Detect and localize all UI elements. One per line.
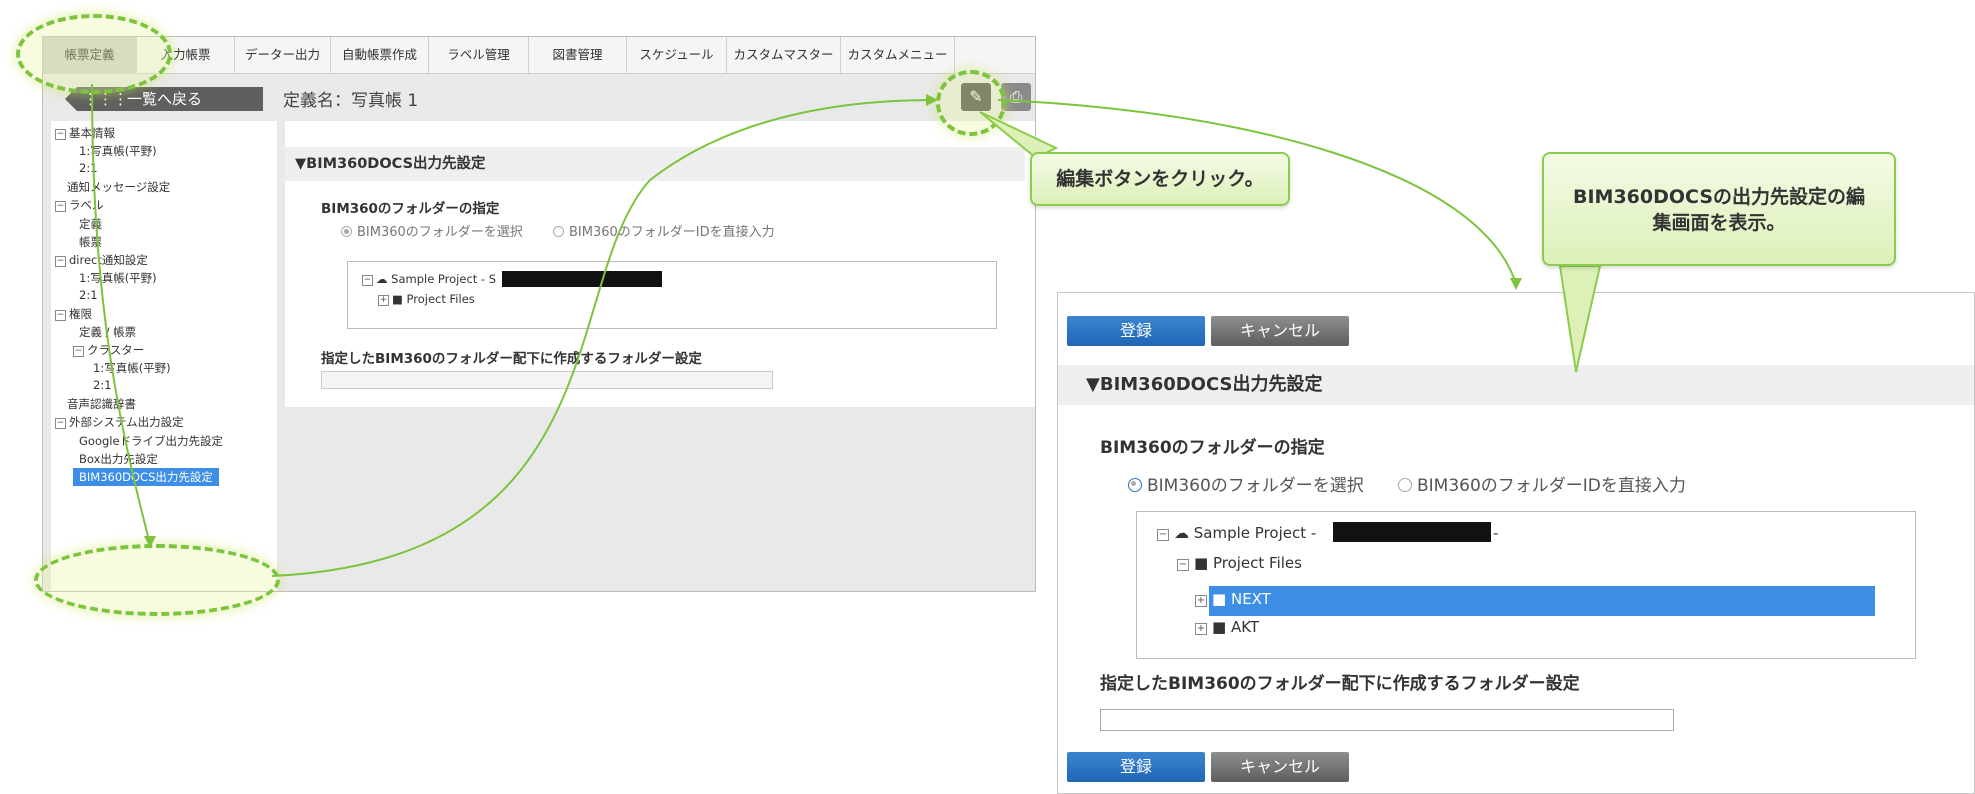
register-button[interactable]: 登録 [1067, 316, 1205, 346]
folder-tree: − ☁ Sample Project - - − ■ Project Files +… [1136, 511, 1916, 659]
radio-icon [1128, 478, 1142, 492]
tree-item-box[interactable]: Box出力先設定 [79, 451, 158, 467]
collapse-icon[interactable]: − [55, 256, 66, 267]
collapse-icon[interactable]: − [55, 418, 66, 429]
tree-item[interactable]: 2:1 [79, 161, 98, 175]
radio-folder-id[interactable]: BIM360のフォルダーIDを直接入力 [553, 221, 775, 240]
tree-node-project[interactable]: − ☁ Sample Project - [1157, 524, 1316, 542]
folder-label: BIM360のフォルダーの指定 [321, 201, 500, 217]
folder-icon: ■ [392, 292, 403, 306]
callout-edit-click: 編集ボタンをクリック。 [1030, 152, 1290, 206]
radio-icon [553, 226, 564, 237]
callout-edit-screen: BIM360DOCSの出力先設定の編集画面を表示。 [1542, 152, 1896, 266]
top-nav: 帳票定義 入力帳票 データー出力 自動帳票作成 ラベル管理 図書管理 スケジュー… [43, 37, 1035, 74]
collapse-icon[interactable]: − [1177, 559, 1189, 571]
highlight-ring-tab [16, 14, 172, 94]
tree-item-bim360[interactable]: BIM360DOCS出力先設定 [73, 468, 219, 486]
tree-item[interactable]: 定義 [79, 216, 102, 232]
folder-tree: − ☁ Sample Project - S + ■ Project Files [347, 261, 997, 329]
folder-icon: ■ [1212, 618, 1227, 636]
selected-row-highlight [1209, 586, 1875, 616]
tree-item[interactable]: 2:1 [93, 378, 112, 392]
tree-item-gdrive[interactable]: Googleドライブ出力先設定 [79, 433, 223, 449]
subfolder-label: 指定したBIM360のフォルダー配下に作成するフォルダー設定 [321, 351, 702, 367]
edit-panel: 登録 キャンセル ▼BIM360DOCS出力先設定 BIM360のフォルダーの指… [1057, 292, 1975, 794]
app-window: 帳票定義 入力帳票 データー出力 自動帳票作成 ラベル管理 図書管理 スケジュー… [42, 36, 1036, 592]
tree-item[interactable]: 帳票 [79, 234, 102, 250]
tab-custom-menu[interactable]: カスタムメニュー [841, 37, 955, 73]
section-title: ▼BIM360DOCS出力先設定 [1058, 365, 1974, 405]
content-area: ▼BIM360DOCS出力先設定 BIM360のフォルダーの指定 BIM360の… [285, 121, 1035, 407]
cloud-icon: ☁ [1174, 524, 1189, 542]
radio-folder-id[interactable]: BIM360のフォルダーIDを直接入力 [1398, 471, 1686, 496]
tree-item-permission[interactable]: − 権限 [55, 306, 92, 322]
radio-icon [341, 226, 352, 237]
tree-item-basic-info[interactable]: − 基本情報 [55, 125, 115, 141]
tab-label-management[interactable]: ラベル管理 [429, 37, 529, 73]
expand-icon[interactable]: + [1195, 623, 1207, 635]
tab-data-output[interactable]: データー出力 [235, 37, 331, 73]
collapse-icon[interactable]: − [55, 310, 66, 321]
collapse-icon[interactable]: − [73, 346, 84, 357]
radio-folder-select[interactable]: BIM360のフォルダーを選択 [341, 221, 523, 240]
folder-label: BIM360のフォルダーの指定 [1100, 438, 1325, 458]
expand-icon[interactable]: + [378, 295, 389, 306]
tree-node-next[interactable]: + ■ NEXT [1195, 590, 1271, 608]
tree-item[interactable]: 1:写真帳(平野) [93, 360, 171, 376]
print-icon: ⎙ [1009, 87, 1023, 106]
sidebar-tree: − 基本情報 1:写真帳(平野) 2:1 通知メッセージ設定 − ラベル 定義 帳票… [51, 121, 277, 591]
tree-node-akt[interactable]: + ■ AKT [1195, 618, 1259, 636]
folder-icon: ■ [1194, 554, 1209, 572]
tree-node-project-files[interactable]: + ■ Project Files [378, 292, 475, 306]
collapse-icon[interactable]: − [55, 201, 66, 212]
highlight-ring-edit-button [936, 70, 1006, 136]
cancel-button-bottom[interactable]: キャンセル [1211, 752, 1349, 782]
tab-custom-master[interactable]: カスタムマスター [727, 37, 841, 73]
tab-drawing-management[interactable]: 図書管理 [529, 37, 627, 73]
collapse-icon[interactable]: − [362, 275, 373, 286]
folder-icon: ■ [1212, 590, 1227, 608]
radio-folder-select[interactable]: BIM360のフォルダーを選択 [1128, 471, 1364, 496]
tree-item[interactable]: 定義 / 帳票 [79, 324, 136, 340]
cloud-icon: ☁ [376, 272, 388, 286]
tab-auto-form[interactable]: 自動帳票作成 [331, 37, 429, 73]
tree-item[interactable]: 1:写真帳(平野) [79, 143, 157, 159]
subfolder-input[interactable] [321, 371, 773, 389]
tree-item-direct[interactable]: − direct通知設定 [55, 252, 148, 268]
collapse-icon[interactable]: − [1157, 529, 1169, 541]
tree-item-voice[interactable]: 音声認識辞書 [67, 396, 136, 412]
register-button-bottom[interactable]: 登録 [1067, 752, 1205, 782]
tree-item-notify[interactable]: 通知メッセージ設定 [67, 179, 170, 195]
expand-icon[interactable]: + [1195, 595, 1207, 607]
tree-item[interactable]: 2:1 [79, 288, 98, 302]
subfolder-input[interactable] [1100, 709, 1674, 731]
highlight-ring-tree-item [34, 544, 280, 616]
collapse-icon[interactable]: − [55, 129, 66, 140]
tree-node-project-files[interactable]: − ■ Project Files [1177, 554, 1302, 572]
tree-node-project[interactable]: − ☁ Sample Project - S [362, 272, 496, 286]
project-suffix: - [1493, 524, 1499, 542]
redaction-bar [502, 271, 662, 287]
tree-item-external[interactable]: − 外部システム出力設定 [55, 414, 184, 430]
section-title: ▼BIM360DOCS出力先設定 [285, 147, 1025, 181]
tree-item-cluster[interactable]: − クラスター [73, 342, 144, 358]
tree-item[interactable]: 1:写真帳(平野) [79, 270, 157, 286]
subfolder-label: 指定したBIM360のフォルダー配下に作成するフォルダー設定 [1100, 674, 1580, 694]
definition-name: 定義名：写真帳 1 [283, 91, 419, 111]
radio-icon [1398, 478, 1412, 492]
tab-schedule[interactable]: スケジュール [627, 37, 727, 73]
redaction-bar [1333, 522, 1491, 542]
cancel-button[interactable]: キャンセル [1211, 316, 1349, 346]
tree-item-label[interactable]: − ラベル [55, 197, 104, 213]
